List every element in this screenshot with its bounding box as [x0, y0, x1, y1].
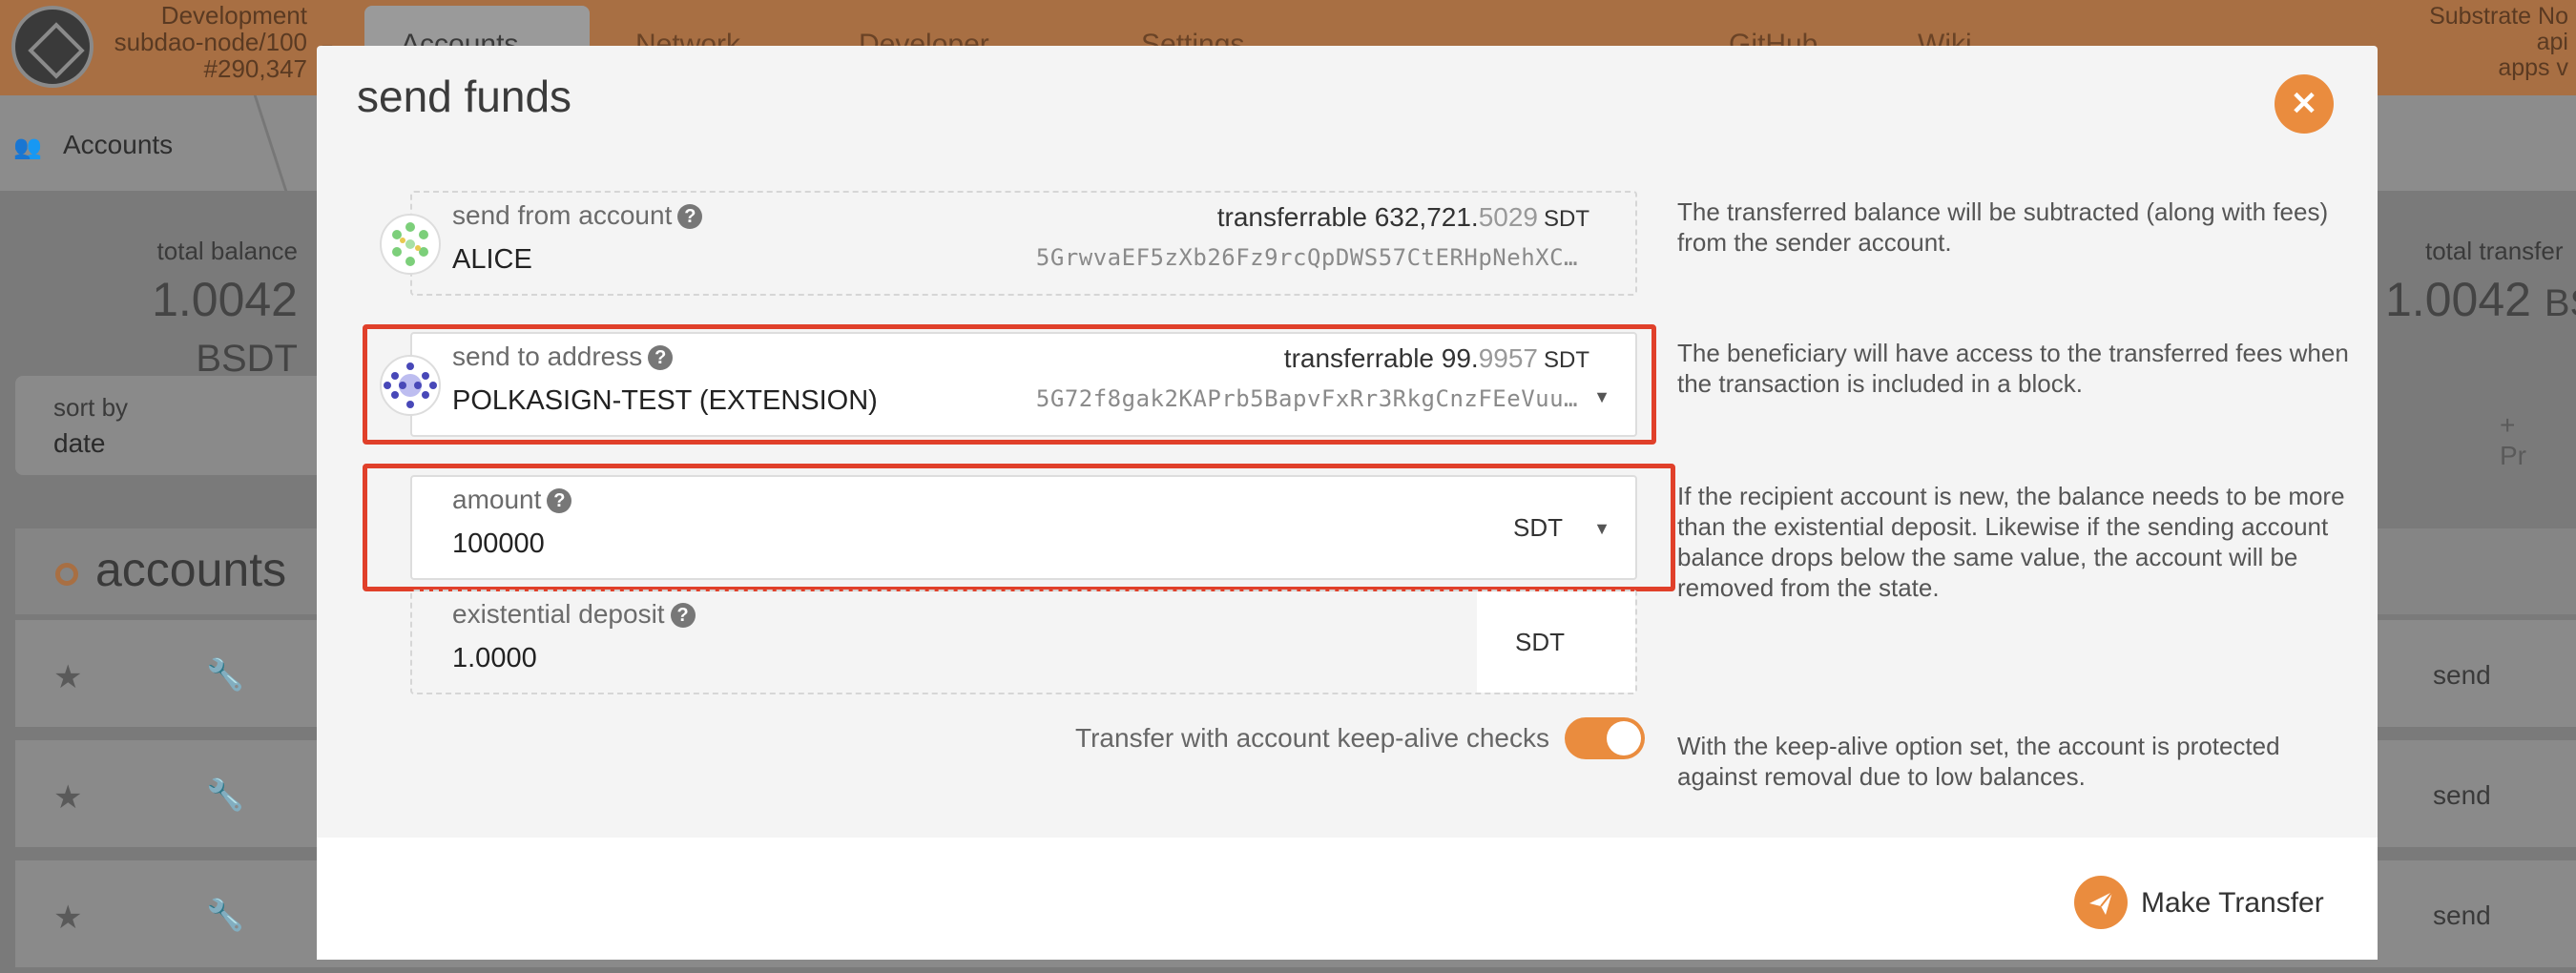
api-version: api: [2536, 29, 2568, 55]
subnav-accounts[interactable]: Accounts: [63, 130, 173, 160]
existential-deposit-unit: SDT: [1515, 628, 1565, 656]
send-button[interactable]: send: [2433, 901, 2491, 931]
total-transferrable-unit: BS: [2544, 282, 2576, 324]
sort-value: date: [53, 428, 106, 458]
make-transfer-label: Make Transfer: [2141, 887, 2324, 919]
total-balance-unit: BSDT: [196, 338, 298, 380]
sender-identicon-icon: [380, 214, 441, 275]
total-balance-summary: total balance 1.0042 BSDT: [59, 237, 298, 383]
keepalive-label: Transfer with account keep-alive checks: [1075, 723, 1549, 753]
proxy-button[interactable]: + Pr: [2500, 410, 2526, 471]
existential-deposit-label-text: existential deposit: [452, 599, 665, 629]
total-transferrable-title: total transfer: [2425, 237, 2564, 265]
star-icon[interactable]: ★: [53, 658, 82, 696]
total-transferrable-value: 1.0042: [2385, 273, 2531, 326]
help-icon[interactable]: ?: [670, 603, 696, 628]
more-options-icon[interactable]: ⋮: [2561, 654, 2576, 694]
apps-version: apps v: [2498, 54, 2568, 81]
send-from-hint: The transferred balance will be subtract…: [1677, 197, 2329, 257]
modal-title: send funds: [357, 72, 572, 121]
help-icon[interactable]: ?: [677, 204, 703, 229]
send-funds-modal: send funds ✕ send from account? ALICE tr…: [317, 46, 2378, 960]
send-button[interactable]: send: [2433, 780, 2491, 811]
transferrable-integer: 632,721.: [1374, 202, 1479, 232]
total-transferrable-summary: total transfer 1.0042 BS: [2385, 237, 2576, 327]
send-from-label: send from account?: [452, 200, 703, 231]
wrench-icon[interactable]: 🔧: [206, 776, 244, 813]
sender-account-name: ALICE: [452, 244, 532, 275]
send-to-hint: The beneficiary will have access to the …: [1677, 339, 2349, 398]
send-from-label-text: send from account: [452, 200, 673, 230]
breadcrumb-divider: [227, 95, 288, 191]
chain-selector[interactable]: Development subdao-node/100 #290,347 ▼: [105, 1, 336, 83]
sender-address: 5GrwvaEF5zXb26Fz9rcQpDWS57CtERHpNehXC…: [1035, 244, 1578, 271]
amount-highlight-box: [363, 464, 1675, 591]
section-dot-icon: [55, 563, 78, 586]
node-info: Substrate No api apps v: [2404, 4, 2576, 81]
chain-logo-icon[interactable]: [11, 6, 93, 88]
star-icon[interactable]: ★: [53, 899, 82, 937]
transferrable-decimal: 5029: [1478, 202, 1538, 232]
amount-hint: If the recipient account is new, the bal…: [1677, 482, 2345, 602]
paper-plane-icon: [2074, 876, 2128, 929]
more-options-icon[interactable]: ⋮: [2561, 775, 2576, 815]
sender-transferrable: transferrable 632,721.5029 SDT: [1217, 202, 1589, 233]
node-name: Substrate No: [2429, 3, 2568, 30]
existential-deposit-value: 1.0000: [452, 643, 537, 673]
chain-spec: subdao-node/100: [114, 28, 307, 56]
accounts-title: accounts: [95, 543, 287, 596]
wrench-icon[interactable]: 🔧: [206, 897, 244, 933]
users-icon: 👥: [13, 135, 42, 160]
existential-deposit-field: existential deposit? 1.0000 SDT: [410, 590, 1637, 694]
total-balance-title: total balance: [156, 237, 298, 265]
wrench-icon[interactable]: 🔧: [206, 656, 244, 693]
more-options-icon[interactable]: ⋮: [2561, 895, 2576, 935]
chain-name: Development: [160, 1, 307, 30]
modal-footer: Make Transfer: [317, 838, 2378, 960]
block-number: #290,347: [203, 54, 307, 83]
send-button[interactable]: send: [2433, 660, 2491, 691]
existential-deposit-label: existential deposit?: [452, 599, 696, 630]
sort-dropdown[interactable]: sort by date: [15, 376, 330, 475]
star-icon[interactable]: ★: [53, 778, 82, 817]
keepalive-toggle[interactable]: [1565, 717, 1645, 759]
total-balance-value: 1.0042: [152, 273, 298, 326]
transferrable-label: transferrable: [1216, 202, 1367, 232]
sort-label: sort by: [53, 393, 129, 422]
send-from-field[interactable]: send from account? ALICE transferrable 6…: [380, 191, 1637, 296]
keepalive-hint: With the keep-alive option set, the acco…: [1677, 732, 2280, 791]
close-icon[interactable]: ✕: [2275, 74, 2334, 134]
transferrable-unit: SDT: [1544, 206, 1589, 232]
recipient-highlight-box: [363, 324, 1656, 445]
